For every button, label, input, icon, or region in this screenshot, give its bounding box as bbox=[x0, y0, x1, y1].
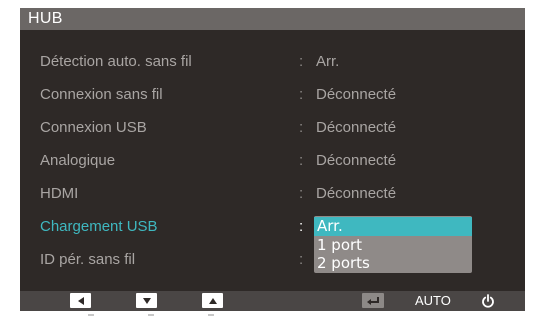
enter-button[interactable] bbox=[362, 293, 384, 309]
setting-value: Déconnecté bbox=[316, 185, 397, 202]
setting-row-wireless-connection[interactable]: Connexion sans fil : Déconnecté bbox=[20, 83, 525, 107]
usb-charging-dropdown[interactable]: Arr. 1 port 2 ports bbox=[314, 216, 472, 273]
setting-value: Déconnecté bbox=[316, 119, 397, 136]
setting-separator: : bbox=[299, 152, 304, 169]
down-button[interactable] bbox=[136, 293, 157, 309]
key-marker bbox=[88, 314, 94, 316]
dropdown-option-2-ports[interactable]: 2 ports bbox=[314, 254, 472, 273]
setting-label: Détection auto. sans fil bbox=[40, 53, 192, 70]
setting-separator: : bbox=[299, 185, 304, 202]
setting-row-wireless-auto-detect[interactable]: Détection auto. sans fil : Arr. bbox=[20, 50, 525, 74]
down-arrow-icon bbox=[136, 293, 157, 308]
key-marker bbox=[208, 314, 214, 316]
power-icon bbox=[480, 293, 496, 309]
auto-button[interactable]: AUTO bbox=[415, 292, 451, 310]
screen: HUB Détection auto. sans fil : Arr. Conn… bbox=[0, 0, 543, 322]
setting-value: Déconnecté bbox=[316, 152, 397, 169]
setting-separator: : bbox=[299, 119, 304, 136]
setting-separator: : bbox=[299, 53, 304, 70]
setting-row-analog[interactable]: Analogique : Déconnecté bbox=[20, 149, 525, 173]
up-button[interactable] bbox=[202, 293, 223, 309]
menu-title: HUB bbox=[20, 8, 525, 30]
setting-row-hdmi[interactable]: HDMI : Déconnecté bbox=[20, 182, 525, 206]
control-bar: AUTO bbox=[20, 291, 525, 311]
dropdown-option-1-port[interactable]: 1 port bbox=[314, 236, 472, 255]
setting-value: Déconnecté bbox=[316, 86, 397, 103]
dropdown-option-off[interactable]: Arr. bbox=[314, 217, 472, 236]
key-marker bbox=[148, 314, 154, 316]
osd-menu: HUB Détection auto. sans fil : Arr. Conn… bbox=[20, 8, 525, 311]
left-button[interactable] bbox=[70, 293, 91, 309]
setting-separator: : bbox=[299, 251, 304, 268]
up-arrow-icon bbox=[202, 293, 223, 308]
setting-label: HDMI bbox=[40, 185, 79, 202]
setting-row-usb-connection[interactable]: Connexion USB : Déconnecté bbox=[20, 116, 525, 140]
setting-separator: : bbox=[299, 86, 304, 103]
power-button[interactable] bbox=[480, 293, 496, 309]
setting-label: ID pér. sans fil bbox=[40, 251, 136, 268]
enter-icon bbox=[362, 293, 384, 308]
setting-separator: : bbox=[299, 218, 304, 235]
left-arrow-icon bbox=[70, 293, 91, 308]
setting-label: Connexion sans fil bbox=[40, 86, 163, 103]
setting-label: Chargement USB bbox=[40, 218, 158, 235]
setting-value: Arr. bbox=[316, 53, 340, 70]
setting-label: Connexion USB bbox=[40, 119, 147, 136]
setting-label: Analogique bbox=[40, 152, 116, 169]
